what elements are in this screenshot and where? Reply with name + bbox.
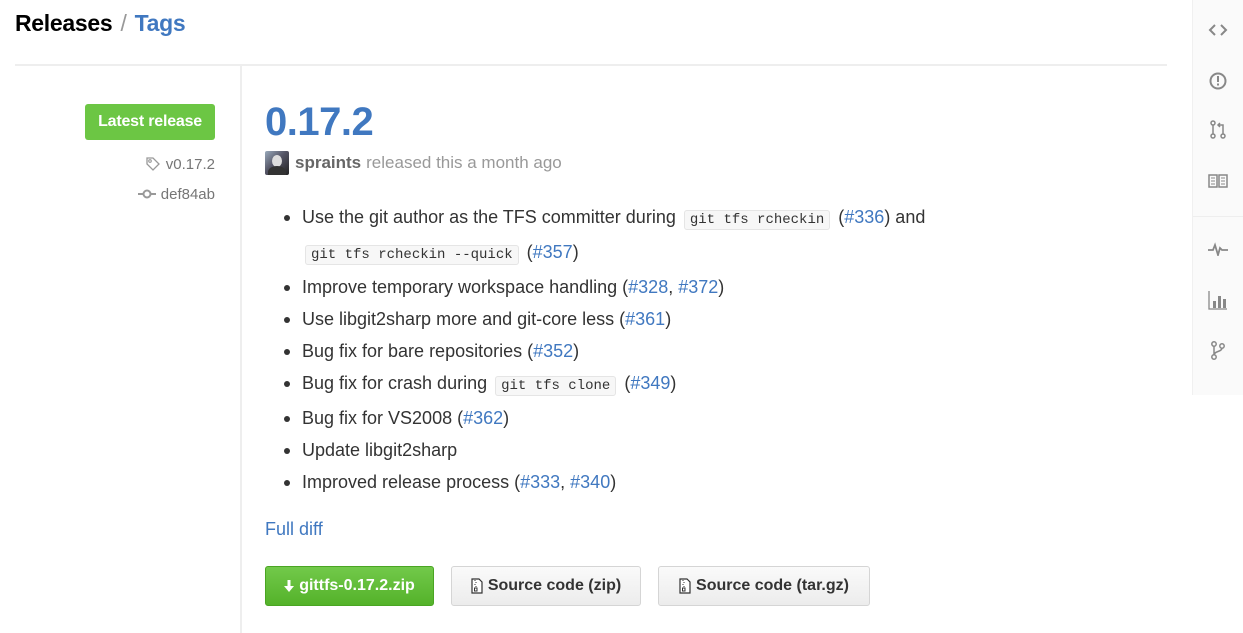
- repo-nav-sidebar: [1192, 0, 1243, 395]
- note-text: Use libgit2sharp more and git-core less …: [302, 309, 626, 329]
- release-body: 0.17.2 spraints released this a month ag…: [265, 98, 1165, 540]
- source-tar-button[interactable]: Source code (tar.gz): [658, 566, 870, 606]
- download-binary-button[interactable]: gittfs-0.17.2.zip: [265, 566, 434, 606]
- breadcrumb: Releases / Tags: [15, 10, 186, 37]
- downloads: gittfs-0.17.2.zip Source code (zip) Sour…: [265, 566, 870, 606]
- file-zip-icon: [471, 578, 483, 594]
- note-text: Update libgit2sharp: [302, 440, 458, 460]
- release-note-item: Improve temporary workspace handling (#3…: [284, 271, 1165, 303]
- release-note-item: Update libgit2sharp: [284, 434, 1165, 466]
- tag-name: v0.17.2: [165, 155, 215, 173]
- pull-request-icon[interactable]: [1206, 118, 1230, 142]
- issue-link[interactable]: #352: [533, 341, 573, 361]
- release-tag[interactable]: v0.17.2: [15, 154, 215, 174]
- header-divider: [15, 64, 1167, 66]
- inline-code: git tfs clone: [495, 376, 617, 396]
- note-text: Improved release process (: [302, 472, 521, 492]
- release-note-item: Bug fix for bare repositories (#352): [284, 335, 1165, 367]
- issue-link[interactable]: #357: [533, 242, 573, 262]
- release-notes: Use the git author as the TFS committer …: [265, 201, 1165, 498]
- breadcrumb-separator: /: [120, 10, 127, 36]
- note-text: ): [610, 472, 617, 492]
- note-text: (: [521, 242, 533, 262]
- note-text: Improve temporary workspace handling (: [302, 277, 629, 297]
- note-text: ,: [668, 277, 679, 297]
- commit-sha: def84ab: [160, 185, 215, 203]
- sidebar-divider: [1193, 216, 1243, 217]
- download-arrow-icon: [284, 579, 295, 593]
- note-text: (: [619, 373, 631, 393]
- pulse-icon[interactable]: [1206, 237, 1230, 261]
- breadcrumb-releases: Releases: [15, 10, 113, 36]
- release-note-item: Bug fix for crash during git tfs clone (…: [284, 367, 1165, 402]
- release-byline: spraints released this a month ago: [265, 151, 1165, 175]
- release-note-item: Use libgit2sharp more and git-core less …: [284, 303, 1165, 335]
- note-text: Bug fix for crash during: [302, 373, 493, 393]
- source-zip-label: Source code (zip): [487, 577, 622, 594]
- release-timeline-divider: [240, 65, 242, 633]
- note-text: ): [665, 309, 672, 329]
- issue-link[interactable]: #333: [520, 472, 560, 492]
- issue-link[interactable]: #336: [844, 207, 884, 227]
- note-text: ) and: [884, 207, 926, 227]
- full-diff-link[interactable]: Full diff: [265, 519, 1165, 540]
- issue-link[interactable]: #340: [570, 472, 610, 492]
- latest-release-badge: Latest release: [85, 104, 215, 140]
- inline-code: git tfs rcheckin: [683, 210, 831, 230]
- release-note-item: Bug fix for VS2008 (#362): [284, 402, 1165, 434]
- file-zip-icon: [679, 578, 691, 594]
- release-note-item: Use the git author as the TFS committer …: [284, 201, 1165, 271]
- release-time: released this a month ago: [366, 153, 562, 172]
- source-tar-label: Source code (tar.gz): [696, 577, 849, 594]
- release-meta: Latest release v0.17.2 def84ab: [15, 104, 215, 204]
- note-text: (: [833, 207, 845, 227]
- avatar[interactable]: [265, 151, 289, 175]
- note-text: ): [670, 373, 677, 393]
- issue-link[interactable]: #362: [463, 408, 503, 428]
- release-title[interactable]: 0.17.2: [265, 98, 374, 146]
- inline-code: git tfs rcheckin --quick: [305, 245, 519, 265]
- breadcrumb-tags-link[interactable]: Tags: [135, 10, 186, 36]
- graphs-icon[interactable]: [1206, 288, 1230, 312]
- release-commit[interactable]: def84ab: [15, 184, 215, 204]
- wiki-icon[interactable]: [1206, 169, 1230, 193]
- note-text: Bug fix for VS2008 (: [302, 408, 464, 428]
- note-text: Bug fix for bare repositories (: [302, 341, 534, 361]
- note-text: ,: [560, 472, 571, 492]
- release-author[interactable]: spraints: [295, 153, 361, 173]
- note-text: ): [503, 408, 510, 428]
- issues-icon[interactable]: [1206, 69, 1230, 93]
- note-text: ): [572, 242, 579, 262]
- note-text: ): [718, 277, 725, 297]
- network-icon[interactable]: [1206, 338, 1230, 362]
- issue-link[interactable]: #349: [630, 373, 670, 393]
- issue-link[interactable]: #361: [625, 309, 665, 329]
- release-note-item: Improved release process (#333, #340): [284, 466, 1165, 498]
- source-zip-button[interactable]: Source code (zip): [451, 566, 641, 606]
- issue-link[interactable]: #328: [628, 277, 668, 297]
- download-binary-label: gittfs-0.17.2.zip: [299, 577, 415, 594]
- note-text: ): [573, 341, 580, 361]
- note-text: Use the git author as the TFS committer …: [302, 207, 681, 227]
- code-icon[interactable]: [1206, 18, 1230, 42]
- commit-icon: [137, 188, 156, 200]
- issue-link[interactable]: #372: [678, 277, 718, 297]
- tag-icon: [145, 156, 161, 172]
